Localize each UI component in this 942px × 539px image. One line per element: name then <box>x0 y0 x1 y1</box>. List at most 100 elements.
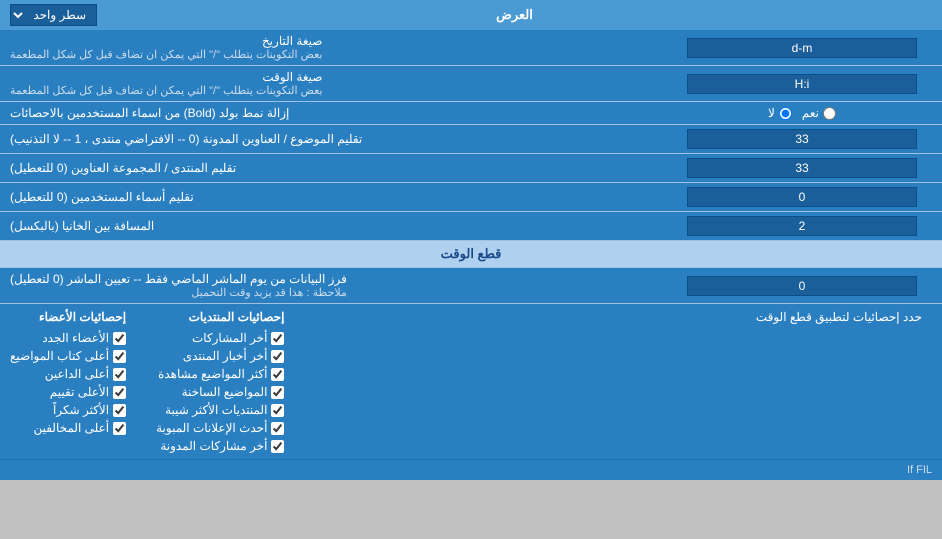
users-per-page-title: تقليم أسماء المستخدمين (0 للتعطيل) <box>10 190 194 204</box>
cb-top-posters-input[interactable] <box>113 350 126 363</box>
cb-most-thanked: الأكثر شكراً <box>10 403 126 417</box>
cb-most-thanked-label: الأكثر شكراً <box>53 403 109 417</box>
time-format-input-cell <box>662 66 942 101</box>
cb-new-members-label: الأعضاء الجدد <box>42 331 109 345</box>
topics-per-page-input-cell <box>662 125 942 153</box>
cb-most-similar-input[interactable] <box>271 404 284 417</box>
cb-top-posters: أعلى كتاب المواضيع <box>10 349 126 363</box>
topics-per-page-input[interactable] <box>687 129 917 149</box>
date-format-title: صيغة التاريخ <box>10 34 322 48</box>
bottom-area: حدد إحصائيات لتطبيق قطع الوقت إحصائيات ا… <box>0 304 942 459</box>
footer-note: If FIL <box>0 459 942 480</box>
bold-remove-title: إزالة نمط بولد (Bold) من اسماء المستخدمي… <box>10 106 289 120</box>
topics-per-page-label: تقليم الموضوع / العناوين المدونة (0 -- ا… <box>0 125 662 153</box>
radio-no-text: لا <box>768 106 775 120</box>
header-row: العرض سطر واحد <box>0 0 942 30</box>
cb-most-similar-label: المنتديات الأكثر شيبة <box>165 403 267 417</box>
time-format-sub: بعض التكوينات يتطلب "/" التي يمكن ان تضا… <box>10 84 322 97</box>
footer-note-text: If FIL <box>907 464 932 476</box>
time-section-input-cell <box>662 268 942 303</box>
radio-no[interactable] <box>779 107 792 120</box>
topics-per-page-row: تقليم الموضوع / العناوين المدونة (0 -- ا… <box>0 125 942 154</box>
cb-top-rated: الأعلى تقييم <box>10 385 126 399</box>
date-format-input[interactable] <box>687 38 917 58</box>
date-format-label: صيغة التاريخ بعض التكوينات يتطلب "/" الت… <box>0 30 662 65</box>
cb-top-inviters: أعلى الداعين <box>10 367 126 381</box>
cb-blog-posts: أخر مشاركات المدونة <box>156 439 284 453</box>
time-section-header: قطع الوقت <box>0 241 942 268</box>
time-section-row: فرز البيانات من يوم الماشر الماضي فقط --… <box>0 268 942 304</box>
cb-top-violators: أعلى المخالفين <box>10 421 126 435</box>
radio-no-label[interactable]: لا <box>768 106 792 120</box>
radio-yes-label[interactable]: نعم <box>802 106 836 120</box>
date-format-input-cell <box>662 30 942 65</box>
spacing-input[interactable] <box>687 216 917 236</box>
forum-per-page-label: تقليم المنتدى / المجموعة العناوين (0 للت… <box>0 154 662 182</box>
forum-per-page-input[interactable] <box>687 158 917 178</box>
time-section-title: قطع الوقت <box>441 246 502 261</box>
cb-hot-topics-input[interactable] <box>271 386 284 399</box>
time-filter-title: فرز البيانات من يوم الماشر الماضي فقط --… <box>10 272 347 286</box>
cb-top-posters-label: أعلى كتاب المواضيع <box>10 349 109 363</box>
users-per-page-row: تقليم أسماء المستخدمين (0 للتعطيل) <box>0 183 942 212</box>
forum-per-page-row: تقليم المنتدى / المجموعة العناوين (0 للت… <box>0 154 942 183</box>
cb-latest-ads-label: أحدث الإعلانات المبوبة <box>156 421 267 435</box>
cb-top-rated-label: الأعلى تقييم <box>50 385 109 399</box>
limit-note: حدد إحصائيات لتطبيق قطع الوقت <box>294 310 932 324</box>
cb-most-viewed-input[interactable] <box>271 368 284 381</box>
radio-yes-text: نعم <box>802 106 819 120</box>
cb-hot-topics-label: المواضيع الساخنة <box>182 385 268 399</box>
spacing-label: المسافة بين الخانيا (بالبكسل) <box>0 212 662 240</box>
time-section-label: فرز البيانات من يوم الماشر الماضي فقط --… <box>0 268 662 303</box>
spacing-row: المسافة بين الخانيا (بالبكسل) <box>0 212 942 241</box>
bold-remove-label: إزالة نمط بولد (Bold) من اسماء المستخدمي… <box>0 102 662 124</box>
topics-per-page-title: تقليم الموضوع / العناوين المدونة (0 -- ا… <box>10 132 362 146</box>
cb-forum-news-label: أخر أخبار المنتدى <box>183 349 268 363</box>
page-title: العرض <box>496 7 533 23</box>
cb-top-violators-label: أعلى المخالفين <box>33 421 109 435</box>
forum-stats-col: إحصائيات المنتديات أخر المشاركات أخر أخب… <box>156 310 284 453</box>
cb-top-inviters-input[interactable] <box>113 368 126 381</box>
users-per-page-input-cell <box>662 183 942 211</box>
cb-forum-news: أخر أخبار المنتدى <box>156 349 284 363</box>
member-stats-col: إحصائيات الأعضاء الأعضاء الجدد أعلى كتاب… <box>10 310 126 453</box>
cb-hot-topics: المواضيع الساخنة <box>156 385 284 399</box>
time-format-input[interactable] <box>687 74 917 94</box>
forum-per-page-title: تقليم المنتدى / المجموعة العناوين (0 للت… <box>10 161 236 175</box>
users-per-page-label: تقليم أسماء المستخدمين (0 للتعطيل) <box>0 183 662 211</box>
cb-forum-news-input[interactable] <box>271 350 284 363</box>
cb-most-similar: المنتديات الأكثر شيبة <box>156 403 284 417</box>
cb-top-violators-input[interactable] <box>113 422 126 435</box>
cb-blog-posts-input[interactable] <box>271 440 284 453</box>
radio-yes[interactable] <box>823 107 836 120</box>
cb-most-viewed: أكثر المواضيع مشاهدة <box>156 367 284 381</box>
time-filter-note: ملاحظة : هذا قد يزيد وقت التحميل <box>10 286 347 299</box>
bold-radio-group: نعم لا <box>768 106 836 120</box>
time-filter-input[interactable] <box>687 276 917 296</box>
forum-per-page-input-cell <box>662 154 942 182</box>
time-format-label: صيغة الوقت بعض التكوينات يتطلب "/" التي … <box>0 66 662 101</box>
cb-new-members-input[interactable] <box>113 332 126 345</box>
cb-last-posts-label: أخر المشاركات <box>192 331 267 345</box>
cb-last-posts: أخر المشاركات <box>156 331 284 345</box>
display-dropdown[interactable]: سطر واحد <box>10 4 97 26</box>
cb-most-thanked-input[interactable] <box>113 404 126 417</box>
cb-top-inviters-label: أعلى الداعين <box>45 367 109 381</box>
spacing-input-cell <box>662 212 942 240</box>
cb-blog-posts-label: أخر مشاركات المدونة <box>160 439 267 453</box>
member-stats-header: إحصائيات الأعضاء <box>10 310 126 324</box>
time-format-row: صيغة الوقت بعض التكوينات يتطلب "/" التي … <box>0 66 942 102</box>
bottom-grid: حدد إحصائيات لتطبيق قطع الوقت إحصائيات ا… <box>10 310 932 453</box>
date-format-sub: بعض التكوينات يتطلب "/" التي يمكن ان تضا… <box>10 48 322 61</box>
cb-latest-ads-input[interactable] <box>271 422 284 435</box>
time-format-title: صيغة الوقت <box>10 70 322 84</box>
bold-remove-input-cell: نعم لا <box>662 102 942 124</box>
users-per-page-input[interactable] <box>687 187 917 207</box>
cb-top-rated-input[interactable] <box>113 386 126 399</box>
checkbox-columns: إحصائيات المنتديات أخر المشاركات أخر أخب… <box>10 310 284 453</box>
limit-label: حدد إحصائيات لتطبيق قطع الوقت <box>756 310 922 324</box>
cb-last-posts-input[interactable] <box>271 332 284 345</box>
bold-remove-row: نعم لا إزالة نمط بولد (Bold) من اسماء ال… <box>0 102 942 125</box>
cb-new-members: الأعضاء الجدد <box>10 331 126 345</box>
cb-latest-ads: أحدث الإعلانات المبوبة <box>156 421 284 435</box>
